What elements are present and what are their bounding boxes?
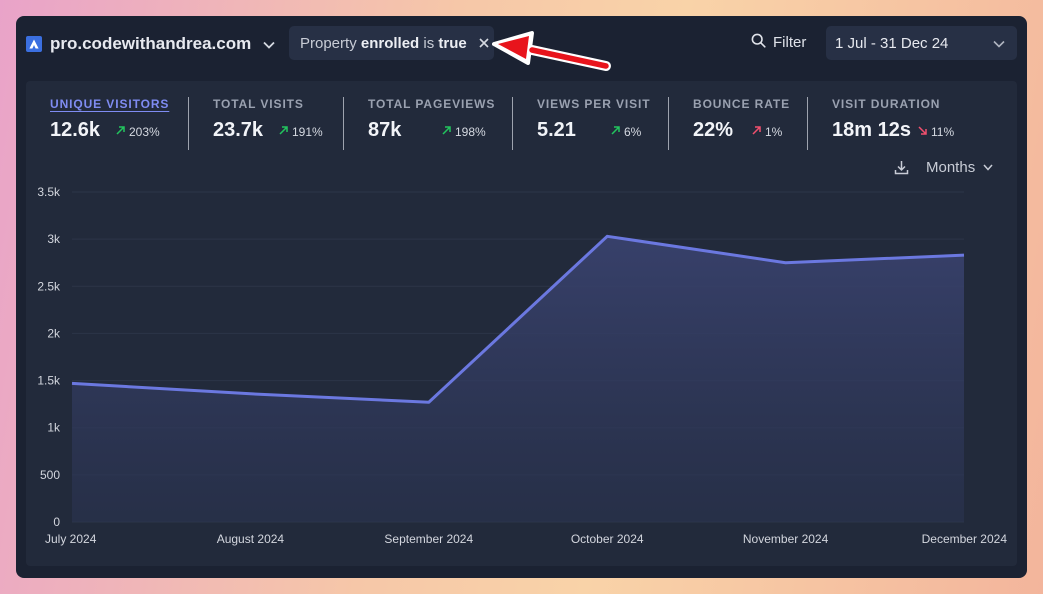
interval-select[interactable]: Months [926, 159, 993, 176]
search-icon [751, 33, 773, 52]
stat-change: 191% [292, 125, 323, 139]
filter-value: true [438, 34, 467, 52]
interval-label: Months [926, 159, 976, 176]
main-card: 0 500 1k 1.5k 2k 2.5k 3k 3.5k July 2024 August 20… [26, 81, 1017, 566]
stat-value: 18m 12s [832, 119, 911, 141]
stat-value: 87k [368, 119, 402, 141]
top-bar: pro.codewithandrea.com Property enrolled… [16, 16, 1027, 74]
stat-visit-duration[interactable]: VISIT DURATION 18m 12s 11% [832, 97, 954, 142]
filter-operator: is [423, 34, 435, 52]
y-tick-label: 2k [47, 326, 61, 340]
x-tick-label: July 2024 [45, 532, 97, 546]
stat-value: 22% [693, 119, 734, 141]
stat-views-per-visit[interactable]: VIEWS PER VISIT 5.21 6% [537, 97, 651, 142]
x-tick-label: September 2024 [384, 532, 473, 546]
stat-divider [668, 97, 669, 150]
stat-divider [807, 97, 808, 150]
stat-value: 23.7k [213, 119, 264, 141]
stat-label: TOTAL PAGEVIEWS [368, 97, 496, 111]
x-tick-label: November 2024 [743, 532, 829, 546]
stat-total-visits[interactable]: TOTAL VISITS 23.7k 191% [213, 97, 323, 142]
close-icon[interactable] [479, 38, 489, 48]
stat-label: VISIT DURATION [832, 97, 941, 111]
analytics-window: pro.codewithandrea.com Property enrolled… [16, 16, 1027, 578]
filter-button-label: Filter [773, 34, 807, 51]
arrow-up-right-icon [610, 125, 624, 139]
site-switcher[interactable]: pro.codewithandrea.com [26, 34, 275, 54]
y-tick-label: 500 [40, 468, 60, 482]
site-logo-icon [26, 36, 42, 52]
filter-button[interactable]: Filter [751, 33, 806, 52]
arrow-down-right-icon [917, 125, 931, 139]
date-range-select[interactable]: 1 Jul - 31 Dec 24 [826, 26, 1017, 60]
y-tick-label: 2.5k [37, 279, 61, 293]
arrow-up-right-icon [441, 125, 455, 139]
active-filter-pill[interactable]: Property enrolled is true [289, 26, 494, 60]
chevron-down-icon [983, 164, 993, 171]
x-tick-label: August 2024 [217, 532, 285, 546]
annotation-arrow [492, 30, 612, 74]
x-tick-label: December 2024 [922, 532, 1008, 546]
stat-divider [512, 97, 513, 150]
filter-property-word: Property [300, 34, 357, 52]
arrow-up-right-icon [751, 125, 765, 139]
stat-bounce-rate[interactable]: BOUNCE RATE 22% 1% [693, 97, 790, 142]
arrow-up-right-icon [115, 125, 129, 139]
date-range-value: 1 Jul - 31 Dec 24 [835, 34, 949, 52]
y-tick-label: 3.5k [37, 185, 61, 199]
chevron-down-icon [993, 35, 1005, 52]
stat-label: VIEWS PER VISIT [537, 97, 651, 111]
stat-change: 6% [624, 125, 642, 139]
stat-divider [343, 97, 344, 150]
stat-value: 5.21 [537, 119, 576, 141]
download-icon[interactable] [894, 160, 909, 175]
stat-change: 198% [455, 125, 486, 139]
stat-change: 11% [931, 125, 955, 139]
chevron-down-icon [263, 34, 275, 54]
stats-row: UNIQUE VISITORS 12.6k 203% TOTAL VISITS … [26, 81, 1017, 161]
stat-divider [188, 97, 189, 150]
y-tick-label: 3k [47, 232, 61, 246]
stat-change: 1% [765, 125, 783, 139]
stat-total-pageviews[interactable]: TOTAL PAGEVIEWS 87k 198% [368, 97, 495, 142]
chart-toolbar: Months [894, 159, 993, 176]
series-area [72, 236, 964, 523]
y-tick-label: 1k [47, 421, 61, 435]
filter-key: enrolled [360, 34, 420, 52]
arrow-up-right-icon [278, 125, 292, 139]
x-tick-label: October 2024 [571, 532, 644, 546]
stat-change: 203% [129, 125, 160, 139]
site-name: pro.codewithandrea.com [50, 34, 252, 53]
stat-label: UNIQUE VISITORS [50, 97, 170, 111]
stat-value: 12.6k [50, 119, 101, 141]
stat-label: TOTAL VISITS [213, 97, 304, 111]
y-tick-label: 1.5k [37, 374, 61, 388]
stat-unique-visitors[interactable]: UNIQUE VISITORS 12.6k 203% [50, 97, 169, 142]
y-tick-label: 0 [53, 515, 60, 529]
stat-label: BOUNCE RATE [693, 97, 791, 111]
